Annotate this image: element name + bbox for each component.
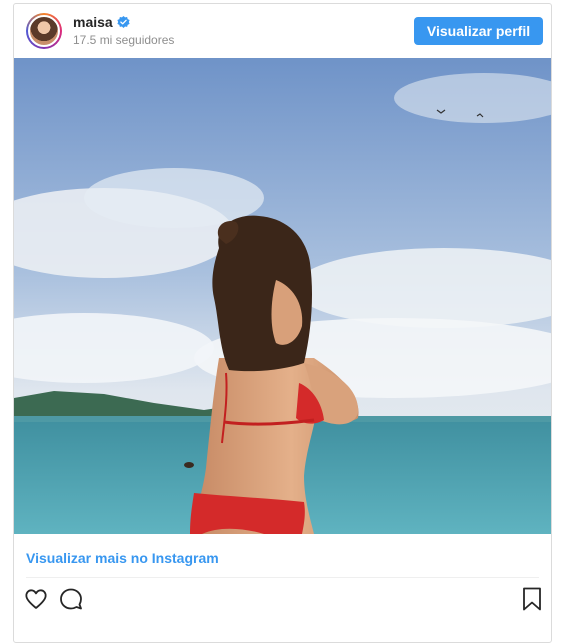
- heart-icon[interactable]: [24, 587, 48, 611]
- user-info: maisa 17.5 mi seguidores: [73, 14, 174, 47]
- post-header: maisa 17.5 mi seguidores Visualizar perf…: [14, 4, 551, 58]
- instagram-embed-card: maisa 17.5 mi seguidores Visualizar perf…: [13, 3, 552, 643]
- bookmark-icon[interactable]: [521, 587, 543, 611]
- follower-count: 17.5 mi seguidores: [73, 33, 175, 47]
- beach-photo-image: [14, 58, 551, 534]
- view-profile-button[interactable]: Visualizar perfil: [414, 17, 543, 45]
- comment-icon[interactable]: [59, 587, 83, 611]
- username[interactable]: maisa: [73, 14, 113, 30]
- divider: [26, 577, 539, 578]
- username-row: maisa: [73, 14, 174, 30]
- view-more-link[interactable]: Visualizar mais no Instagram: [26, 550, 219, 566]
- avatar-photo: [28, 15, 60, 47]
- action-bar: [14, 584, 551, 614]
- avatar[interactable]: [26, 13, 62, 49]
- verified-badge-icon: [117, 15, 130, 28]
- post-photo[interactable]: [14, 58, 551, 534]
